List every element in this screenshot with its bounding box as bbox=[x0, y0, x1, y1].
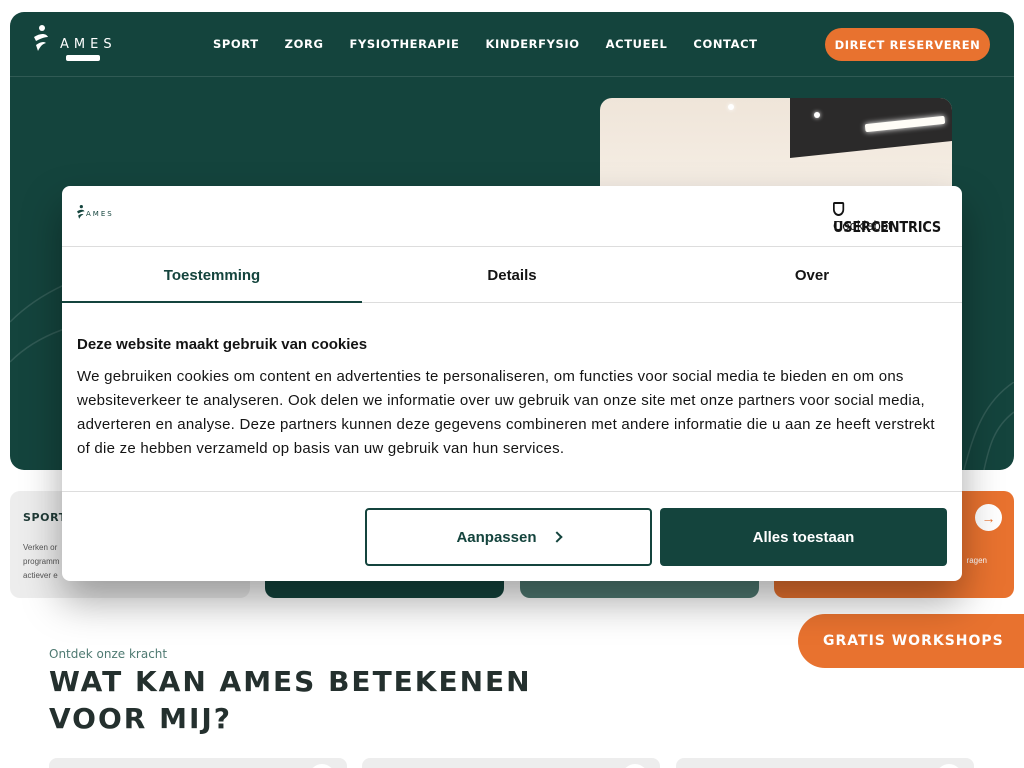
dialog-title: Deze website maakt gebruik van cookies bbox=[77, 336, 368, 353]
logo-text: AMES bbox=[60, 37, 117, 52]
gratis-workshops-button[interactable]: GRATIS WORKSHOPS bbox=[798, 614, 1024, 668]
info-card[interactable] bbox=[362, 758, 660, 768]
tab-details[interactable]: Details bbox=[362, 248, 662, 302]
cookiebot-label: Cookiebot bbox=[833, 218, 892, 233]
nav-item-actueel[interactable]: ACTUEEL bbox=[606, 37, 668, 51]
tab-over[interactable]: Over bbox=[662, 248, 962, 302]
card-title: SPORT bbox=[23, 511, 67, 524]
aanpassen-label: Aanpassen bbox=[456, 528, 537, 546]
dialog-tabs: Toestemming Details Over bbox=[62, 248, 962, 303]
site-logo[interactable]: AMES bbox=[32, 25, 112, 65]
nav-menu: SPORT ZORG FYSIOTHERAPIE KINDERFYSIO ACT… bbox=[213, 37, 784, 51]
dialog-body: Deze website maakt gebruik van cookies W… bbox=[77, 336, 947, 461]
cookie-consent-dialog: AMES USERCENTRICS Cookiebot Toestemming … bbox=[62, 186, 962, 581]
nav-item-contact[interactable]: CONTACT bbox=[693, 37, 757, 51]
dialog-footer: Aanpassen Alles toestaan bbox=[62, 491, 962, 581]
direct-reserveren-button[interactable]: DIRECT RESERVEREN bbox=[825, 28, 990, 61]
info-card[interactable] bbox=[49, 758, 347, 768]
chevron-right-icon bbox=[550, 531, 563, 543]
ceiling-spot bbox=[728, 104, 734, 110]
ames-logo-icon bbox=[34, 25, 48, 51]
nav-item-zorg[interactable]: ZORG bbox=[285, 37, 324, 51]
ceiling-spot bbox=[814, 112, 820, 118]
card-dot bbox=[936, 764, 962, 768]
aanpassen-button[interactable]: Aanpassen bbox=[365, 508, 652, 566]
card-text: ragen bbox=[966, 556, 987, 565]
nav-item-sport[interactable]: SPORT bbox=[213, 37, 259, 51]
dialog-logo-text: AMES bbox=[86, 210, 114, 218]
nav-item-fysiotherapie[interactable]: FYSIOTHERAPIE bbox=[349, 37, 459, 51]
page: AMES SPORT ZORG FYSIOTHERAPIE KINDERFYSI… bbox=[0, 0, 1024, 768]
decorative-leaf-lines-right bbox=[963, 382, 1014, 470]
section-subheading: Ontdek onze kracht bbox=[49, 647, 168, 661]
tab-toestemming[interactable]: Toestemming bbox=[62, 248, 362, 303]
alles-toestaan-button[interactable]: Alles toestaan bbox=[660, 508, 947, 566]
card-dot bbox=[622, 764, 648, 768]
logo-subtext bbox=[66, 55, 100, 61]
card-dot bbox=[309, 764, 335, 768]
dialog-text: We gebruiken cookies om content en adver… bbox=[77, 368, 935, 457]
info-card[interactable] bbox=[676, 758, 974, 768]
nav-item-kinderfysio[interactable]: KINDERFYSIO bbox=[485, 37, 579, 51]
arrow-right-icon[interactable]: → bbox=[975, 504, 1002, 531]
heading-line: VOOR MIJ? bbox=[49, 702, 233, 735]
section-heading: WAT KAN AMES BETEKENEN VOOR MIJ? bbox=[49, 663, 532, 737]
main-nav: AMES SPORT ZORG FYSIOTHERAPIE KINDERFYSI… bbox=[10, 12, 1014, 77]
dialog-header: AMES USERCENTRICS Cookiebot bbox=[62, 186, 962, 247]
shield-icon bbox=[833, 202, 845, 216]
heading-line: WAT KAN AMES BETEKENEN bbox=[49, 665, 532, 698]
